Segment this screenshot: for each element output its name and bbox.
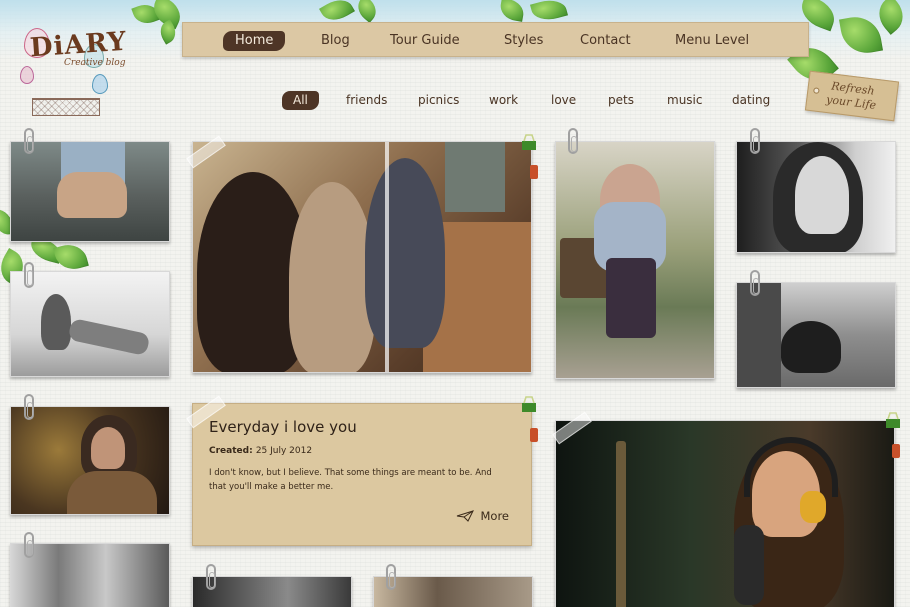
nav-blog[interactable]: Blog bbox=[321, 31, 350, 51]
nav-menu-level[interactable]: Menu Level bbox=[675, 31, 749, 51]
filter-love[interactable]: love bbox=[551, 91, 576, 110]
balloon-icon bbox=[92, 74, 108, 94]
paperclip-icon bbox=[24, 262, 34, 288]
nav-styles[interactable]: Styles bbox=[504, 31, 543, 51]
photo-card-beanie-girl[interactable] bbox=[10, 406, 170, 515]
paper-plane-icon bbox=[457, 510, 475, 522]
photo-card-sitting-girl[interactable] bbox=[10, 271, 170, 377]
read-more-button[interactable]: More bbox=[456, 509, 509, 523]
red-clip-icon bbox=[530, 428, 538, 442]
photo-card-bench-girl[interactable] bbox=[555, 141, 715, 379]
paperclip-icon bbox=[750, 270, 760, 296]
nav-contact[interactable]: Contact bbox=[580, 31, 631, 51]
photo-pillar bbox=[737, 283, 781, 387]
leaf-decoration-side bbox=[53, 240, 89, 274]
paperclip-icon bbox=[750, 128, 760, 154]
main-navigation: Home Blog Tour Guide Styles Contact Menu… bbox=[182, 22, 809, 57]
photo-figure bbox=[41, 294, 71, 350]
paperclip-icon bbox=[24, 128, 34, 154]
nav-home[interactable]: Home bbox=[223, 31, 286, 51]
basket-icon bbox=[32, 98, 100, 116]
refresh-tag: Refresh your Life bbox=[804, 70, 900, 122]
filter-friends[interactable]: friends bbox=[346, 91, 387, 110]
photo-legs bbox=[67, 317, 151, 357]
paperclip-icon bbox=[24, 532, 34, 558]
site-logo[interactable]: DiARY Creative blog bbox=[18, 22, 128, 122]
logo-tagline: Creative blog bbox=[64, 58, 126, 68]
filter-pets[interactable]: pets bbox=[608, 91, 634, 110]
photo-card-street[interactable] bbox=[736, 282, 896, 388]
photo-card-headphones[interactable] bbox=[555, 420, 895, 607]
photo-face bbox=[795, 156, 849, 234]
photo-card-bottom-2[interactable] bbox=[373, 576, 533, 607]
photo-jeans bbox=[606, 258, 656, 338]
paperclip-icon bbox=[568, 128, 578, 154]
filter-all[interactable]: All bbox=[282, 91, 319, 110]
paperclip-icon bbox=[386, 564, 396, 590]
photo-photographer bbox=[289, 182, 375, 372]
photo-window bbox=[445, 142, 505, 212]
photo-divider bbox=[385, 142, 389, 372]
binder-clip-icon bbox=[886, 412, 900, 428]
filter-dating[interactable]: dating bbox=[732, 91, 770, 110]
photo-card-doorway[interactable] bbox=[10, 543, 170, 607]
filter-work[interactable]: work bbox=[489, 91, 518, 110]
red-clip-icon bbox=[530, 165, 538, 179]
filter-music[interactable]: music bbox=[667, 91, 702, 110]
post-date: Created: 25 July 2012 bbox=[209, 446, 515, 456]
red-clip-icon bbox=[892, 444, 900, 458]
photo-card-cafe[interactable] bbox=[192, 141, 532, 373]
binder-clip-icon bbox=[522, 396, 536, 412]
post-date-label: Created: bbox=[209, 446, 253, 456]
photo-card-feet[interactable] bbox=[10, 141, 170, 242]
binder-clip-icon bbox=[522, 134, 536, 150]
read-more-label: More bbox=[480, 509, 509, 523]
photo-mic-stand bbox=[616, 441, 626, 607]
post-title[interactable]: Everyday i love you bbox=[209, 418, 515, 436]
filter-picnics[interactable]: picnics bbox=[418, 91, 459, 110]
photo-card-bottom-1[interactable] bbox=[192, 576, 352, 607]
blog-post-card: Everyday i love you Created: 25 July 201… bbox=[192, 403, 532, 546]
photo-coat bbox=[67, 471, 157, 514]
photo-man bbox=[365, 158, 445, 348]
balloon-icon bbox=[20, 66, 34, 84]
paperclip-icon bbox=[24, 394, 34, 420]
post-excerpt: I don't know, but I believe. That some t… bbox=[209, 468, 492, 492]
nav-tour-guide[interactable]: Tour Guide bbox=[390, 31, 460, 51]
paperclip-icon bbox=[206, 564, 216, 590]
post-date-value: 25 July 2012 bbox=[255, 446, 313, 456]
photo-card-portrait[interactable] bbox=[736, 141, 896, 253]
photo-microphone bbox=[734, 525, 764, 605]
photo-face bbox=[91, 427, 125, 469]
headphones-icon bbox=[744, 437, 838, 497]
photo-sitting-person bbox=[781, 321, 841, 373]
headphone-cup bbox=[800, 491, 826, 523]
photo-sandals bbox=[57, 172, 127, 218]
